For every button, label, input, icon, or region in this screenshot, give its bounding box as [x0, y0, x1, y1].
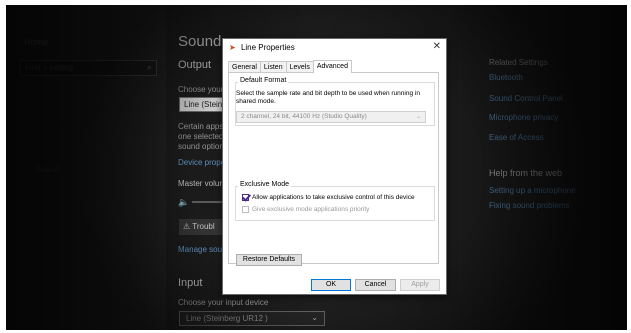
page-title: Sound	[178, 33, 222, 50]
allow-exclusive-control-checkbox[interactable]: Allow applications to take exclusive con…	[242, 194, 415, 201]
exclusive-mode-group	[235, 186, 435, 221]
dialog-tabs: General Listen Levels Advanced	[228, 60, 352, 73]
input-device-select[interactable]: Line (Steinberg UR12 ) ⌄	[179, 311, 325, 326]
tab-general[interactable]: General	[228, 61, 261, 72]
related-link-microphone-privacy[interactable]: Microphone privacy	[489, 113, 558, 122]
certain-apps-text-3: sound option	[178, 142, 224, 151]
related-settings-pane: Related Settings Bluetooth Sound Control…	[487, 5, 627, 330]
advanced-tab-panel: Default Format Select the sample rate an…	[228, 72, 439, 266]
input-heading: Input	[178, 277, 203, 289]
speaker-icon: 🔈	[178, 197, 190, 207]
exclusive-priority-label: Give exclusive mode applications priorit…	[252, 206, 370, 213]
close-icon[interactable]: ✕	[433, 41, 441, 52]
help-link-microphone[interactable]: Setting up a microphone	[489, 186, 576, 195]
ok-button[interactable]: OK	[311, 279, 351, 291]
related-settings-heading: Related Settings	[489, 58, 548, 67]
input-device-value: Line (Steinberg UR12 )	[186, 314, 268, 323]
choose-input-label: Choose your input device	[178, 298, 269, 307]
settings-nav-pane: Home Find a setting ⌕ Sound	[6, 5, 166, 330]
output-heading: Output	[178, 59, 212, 71]
related-link-bluetooth[interactable]: Bluetooth	[489, 73, 523, 82]
checkbox-unchecked-icon	[242, 206, 249, 213]
speaker-device-icon: ➤	[229, 43, 236, 52]
tab-advanced[interactable]: Advanced	[312, 60, 352, 73]
certain-apps-text-2: one selected	[178, 132, 224, 141]
nav-home[interactable]: Home	[24, 37, 48, 47]
certain-apps-text-1: Certain apps	[178, 122, 224, 131]
tab-listen[interactable]: Listen	[259, 61, 287, 72]
settings-search-input[interactable]: Find a setting ⌕	[20, 60, 157, 76]
help-heading: Help from the web	[489, 168, 563, 178]
warning-icon: ⚠	[183, 222, 191, 231]
restore-defaults-button[interactable]: Restore Defaults	[236, 254, 302, 266]
dialog-title: Line Properties	[240, 43, 295, 52]
apply-button[interactable]: Apply	[400, 279, 440, 291]
search-icon: ⌕	[146, 62, 152, 72]
default-format-description: Select the sample rate and bit depth to …	[236, 90, 420, 105]
dialog-title-bar: ➤ Line Properties	[229, 43, 295, 53]
line-properties-dialog: ➤ Line Properties ✕ General Listen Level…	[222, 38, 447, 295]
default-format-heading: Default Format	[238, 77, 289, 84]
help-link-sound-problems[interactable]: Fixing sound problems	[489, 201, 569, 210]
chevron-down-icon: ⌄	[415, 114, 421, 120]
allow-exclusive-control-label: Allow applications to take exclusive con…	[252, 194, 415, 201]
related-link-sound-control-panel[interactable]: Sound Control Panel	[489, 94, 563, 103]
device-properties-link[interactable]: Device prope	[178, 158, 225, 167]
default-format-select[interactable]: 2 channel, 24 bit, 44100 Hz (Studio Qual…	[236, 111, 426, 123]
chevron-down-icon: ⌄	[311, 313, 318, 322]
related-link-ease-of-access[interactable]: Ease of Access	[489, 133, 544, 142]
troubleshoot-label: Troubl	[192, 222, 215, 231]
choose-output-label: Choose your	[178, 85, 224, 94]
tab-levels[interactable]: Levels	[285, 61, 314, 72]
exclusive-mode-heading: Exclusive Mode	[238, 181, 292, 188]
exclusive-priority-checkbox[interactable]: Give exclusive mode applications priorit…	[242, 206, 369, 213]
checkbox-checked-icon	[242, 194, 249, 201]
nav-item-sound[interactable]: Sound	[36, 165, 59, 174]
default-format-value: 2 channel, 24 bit, 44100 Hz (Studio Qual…	[241, 113, 367, 120]
search-placeholder: Find a setting	[25, 63, 74, 72]
master-volume-label: Master volur	[178, 179, 223, 188]
cancel-button[interactable]: Cancel	[355, 279, 396, 291]
manage-sound-devices-link[interactable]: Manage sou	[178, 245, 222, 254]
